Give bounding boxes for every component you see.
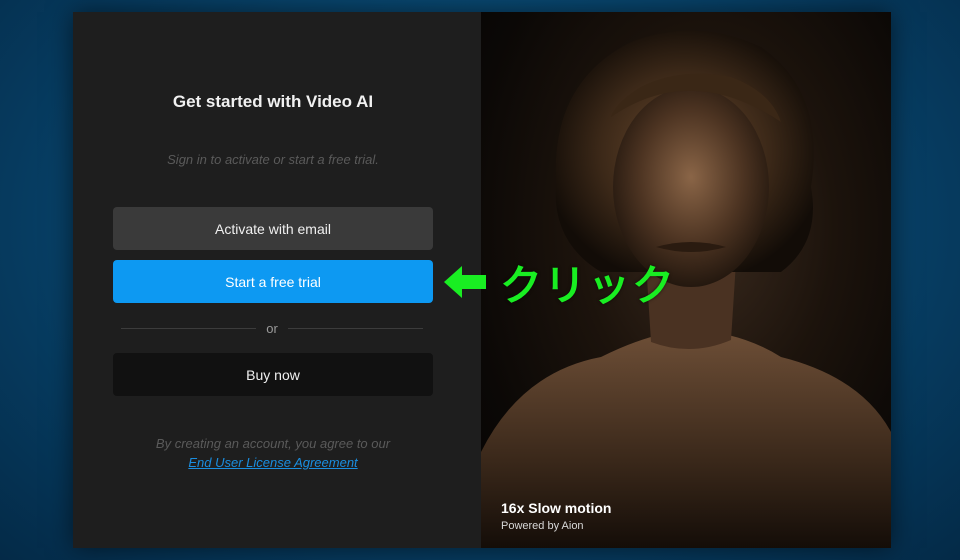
divider-line-left: [121, 327, 257, 329]
arrow-left-icon: [444, 266, 486, 298]
page-title: Get started with Video AI: [172, 92, 374, 111]
signin-panel: Get started with Video AI Sign in to act…: [73, 12, 481, 548]
activate-email-button[interactable]: Activate with email: [113, 207, 433, 250]
or-divider: or: [121, 319, 423, 337]
legal-notice: By creating an account, you agree to our…: [73, 434, 473, 472]
eula-link[interactable]: End User License Agreement: [188, 455, 357, 470]
buy-now-button[interactable]: Buy now: [113, 353, 433, 396]
legal-text: By creating an account, you agree to our: [155, 436, 391, 451]
divider-line-right: [287, 327, 423, 329]
divider-label: or: [266, 320, 278, 336]
caption-subtitle: Powered by Aion: [501, 520, 584, 532]
annotation-text: クリック: [500, 260, 677, 310]
click-annotation: クリック: [444, 252, 676, 312]
caption-title: 16x Slow motion: [501, 500, 612, 516]
start-trial-button[interactable]: Start a free trial: [113, 260, 433, 303]
page-subtitle: Sign in to activate or start a free tria…: [167, 152, 379, 167]
